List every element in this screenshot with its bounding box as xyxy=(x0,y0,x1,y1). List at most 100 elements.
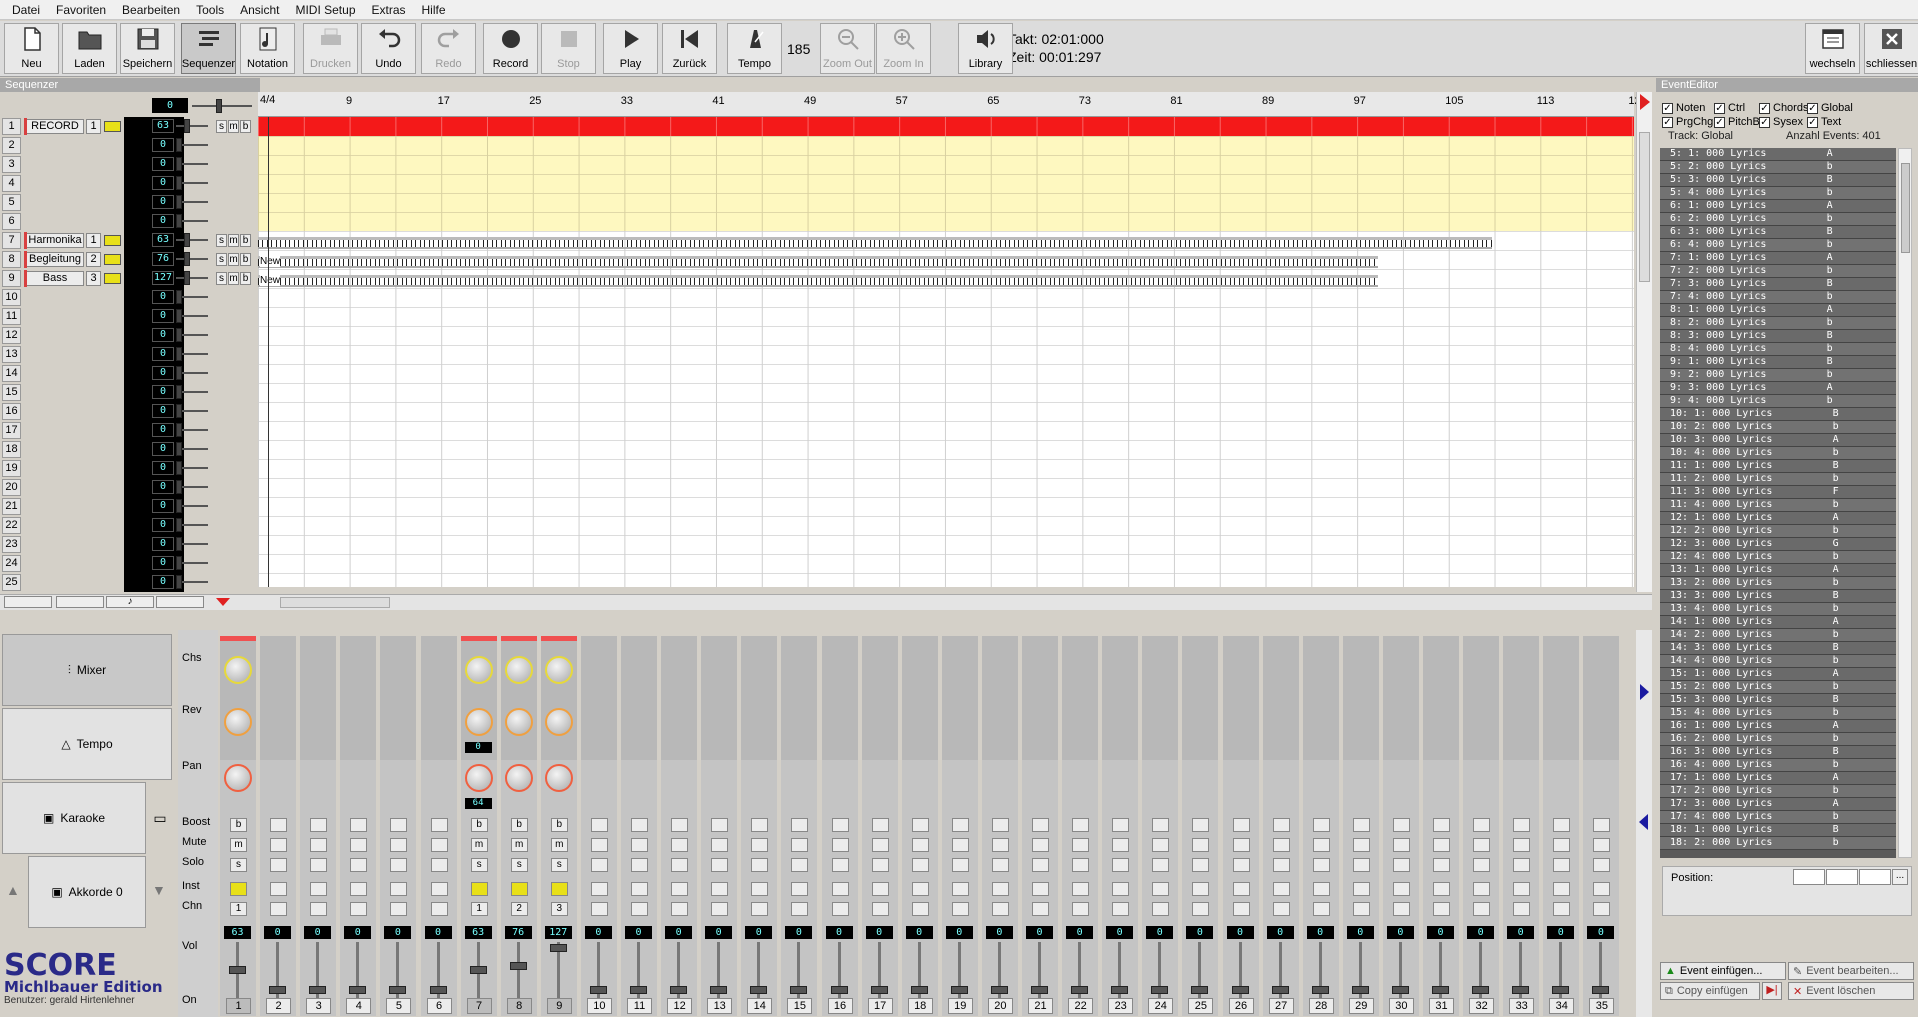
solo-button[interactable] xyxy=(1032,858,1049,872)
track-row[interactable]: 14 0 xyxy=(0,364,258,383)
channel-slot[interactable] xyxy=(951,902,969,916)
instrument-slot[interactable] xyxy=(270,882,288,896)
channel-slot[interactable] xyxy=(1352,902,1370,916)
channel-slot[interactable] xyxy=(1513,902,1531,916)
track-mute-button[interactable]: m xyxy=(228,120,239,133)
mixer-scroll-right-icon[interactable] xyxy=(1640,684,1649,700)
instrument-slot[interactable] xyxy=(991,882,1009,896)
strip-on-button[interactable]: 9 xyxy=(546,998,572,1014)
fader-knob[interactable] xyxy=(1231,986,1249,994)
mute-button[interactable] xyxy=(1553,838,1571,852)
track-volume-slider[interactable] xyxy=(176,537,208,551)
menu-datei[interactable]: Datei xyxy=(4,0,48,20)
solo-button[interactable] xyxy=(831,858,849,872)
track-row[interactable]: 50 xyxy=(0,193,258,212)
track-volume-slider[interactable] xyxy=(176,366,208,380)
fader-knob[interactable] xyxy=(1031,986,1048,994)
instrument-slot[interactable] xyxy=(430,882,448,896)
channel-slot[interactable] xyxy=(1312,902,1330,916)
channel-slot[interactable] xyxy=(1112,902,1130,916)
instrument-slot[interactable] xyxy=(350,882,368,896)
strip-on-button[interactable]: 3 xyxy=(306,998,332,1014)
track-volume-slider[interactable] xyxy=(176,575,208,589)
boost-button[interactable] xyxy=(310,818,328,832)
track-row[interactable]: 20 0 xyxy=(0,478,258,497)
mute-button[interactable] xyxy=(751,838,769,852)
track-volume-slider[interactable] xyxy=(176,423,208,437)
track-row[interactable]: 12 0 xyxy=(0,326,258,345)
solo-button[interactable] xyxy=(1513,858,1531,872)
solo-button[interactable] xyxy=(1593,858,1611,872)
empty-track-lanes[interactable] xyxy=(258,136,1634,231)
fader-knob[interactable] xyxy=(710,986,728,994)
instrument-slot[interactable] xyxy=(871,882,889,896)
track-boost-button[interactable]: b xyxy=(240,120,251,133)
event-row[interactable]: 10: 4: 000 Lyrics b xyxy=(1660,447,1896,460)
solo-button[interactable] xyxy=(590,858,608,872)
fader-knob[interactable] xyxy=(950,986,968,994)
instrument-icon[interactable] xyxy=(104,254,121,265)
mute-button[interactable] xyxy=(671,838,689,852)
event-row[interactable]: 12: 2: 000 Lyrics b xyxy=(1660,525,1896,538)
notation-button[interactable]: Notation xyxy=(240,23,295,74)
boost-button[interactable] xyxy=(1072,818,1090,832)
strip-on-button[interactable]: 11 xyxy=(627,998,652,1014)
channel-slot[interactable] xyxy=(1553,902,1571,916)
event-row[interactable]: 14: 3: 000 Lyrics B xyxy=(1660,642,1896,655)
mute-button[interactable]: m xyxy=(550,838,568,852)
track-volume-slider[interactable] xyxy=(176,309,208,323)
track-row[interactable]: 1 RECORD 1 63 s m b xyxy=(0,117,258,136)
solo-button[interactable] xyxy=(1553,858,1571,872)
track-volume-slider[interactable] xyxy=(176,385,208,399)
pan-knob[interactable] xyxy=(224,764,252,792)
boost-button[interactable] xyxy=(911,818,929,832)
event-row[interactable]: 17: 1: 000 Lyrics A xyxy=(1660,772,1896,785)
channel-slot[interactable] xyxy=(1272,902,1290,916)
mute-button[interactable] xyxy=(390,838,408,852)
strip-on-button[interactable]: 17 xyxy=(867,998,893,1014)
strip-on-button[interactable]: 5 xyxy=(386,998,412,1014)
event-row[interactable]: 5: 3: 000 Lyrics B xyxy=(1660,174,1896,187)
track-number[interactable]: 22 xyxy=(2,517,21,534)
fader-knob[interactable] xyxy=(349,986,367,994)
mute-button[interactable] xyxy=(1513,838,1531,852)
event-row[interactable]: 15: 4: 000 Lyrics b xyxy=(1660,707,1896,720)
playhead[interactable] xyxy=(268,117,269,587)
track-volume-slider[interactable] xyxy=(176,271,208,285)
track-number[interactable]: 6 xyxy=(2,213,21,230)
instrument-slot[interactable] xyxy=(1473,882,1491,896)
chorus-knob[interactable] xyxy=(544,656,573,684)
track-mute-button[interactable]: m xyxy=(228,272,239,285)
instrument-slot[interactable] xyxy=(590,882,608,896)
solo-button[interactable] xyxy=(791,858,809,872)
zoomout-button[interactable]: Zoom Out xyxy=(820,23,875,74)
event-row[interactable]: 17: 4: 000 Lyrics b xyxy=(1660,811,1896,824)
track-number[interactable]: 11 xyxy=(2,308,21,325)
boost-button[interactable] xyxy=(590,818,608,832)
solo-button[interactable] xyxy=(1473,858,1491,872)
boost-button[interactable] xyxy=(1192,818,1210,832)
event-row[interactable]: 13: 1: 000 Lyrics A xyxy=(1660,564,1896,577)
boost-button[interactable] xyxy=(1513,818,1531,832)
channel-slot[interactable] xyxy=(1072,902,1090,916)
strip-on-button[interactable]: 12 xyxy=(667,998,693,1014)
record-track-lane[interactable] xyxy=(258,117,1634,136)
instrument-slot[interactable] xyxy=(1312,882,1330,896)
scroll-thumb[interactable] xyxy=(1639,132,1650,282)
instrument-icon[interactable] xyxy=(104,121,121,132)
channel-slot[interactable] xyxy=(270,902,288,916)
event-row[interactable]: 16: 3: 000 Lyrics B xyxy=(1660,746,1896,759)
checkbox-box[interactable]: ✓ xyxy=(1759,116,1770,128)
sequencer-vertical-scrollbar[interactable] xyxy=(1636,92,1652,592)
mute-button[interactable] xyxy=(791,838,809,852)
channel-slot[interactable] xyxy=(1392,902,1410,916)
solo-button[interactable] xyxy=(1232,858,1250,872)
boost-button[interactable] xyxy=(991,818,1009,832)
boost-button[interactable] xyxy=(1232,818,1250,832)
chorus-knob[interactable] xyxy=(504,656,533,684)
channel-value[interactable]: 3 xyxy=(550,902,568,916)
solo-button[interactable]: s xyxy=(470,858,488,872)
mute-button[interactable] xyxy=(1433,838,1450,852)
mute-button[interactable] xyxy=(1392,838,1410,852)
fader-knob[interactable] xyxy=(229,966,246,974)
